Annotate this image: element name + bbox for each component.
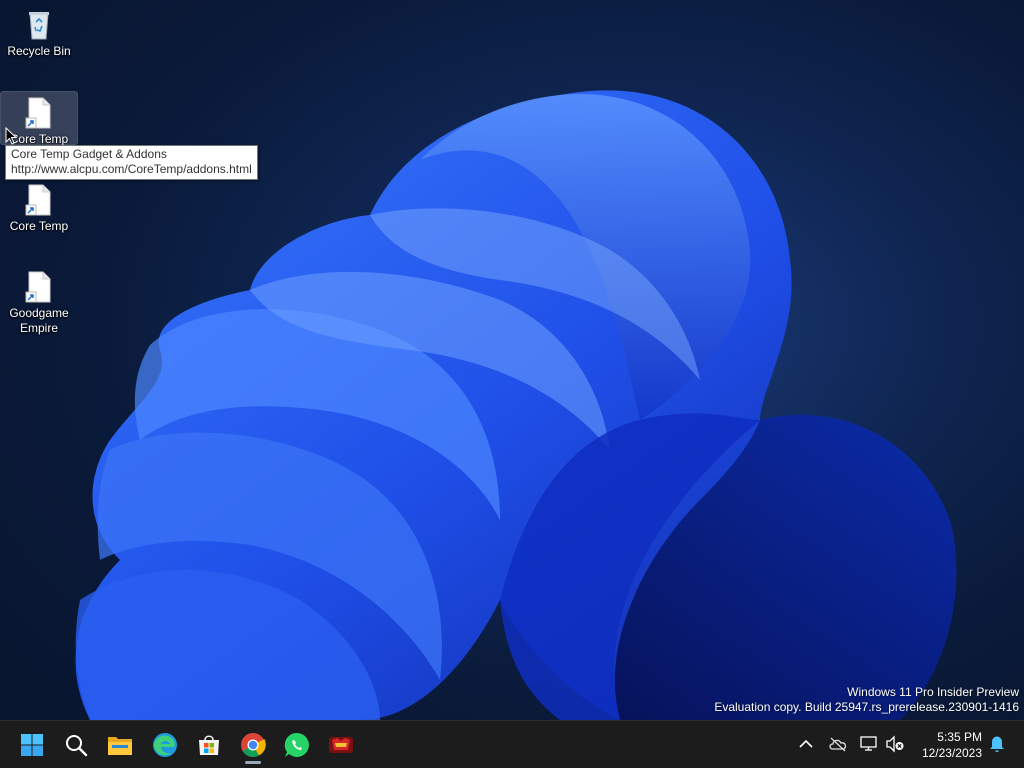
evaluation-watermark: Windows 11 Pro Insider Preview Evaluatio… <box>714 685 1019 715</box>
taskbar-clock[interactable]: 5:35 PM 12/23/2023 <box>922 729 982 761</box>
tooltip-title: Core Temp Gadget & Addons <box>11 147 167 161</box>
taskbar-goodgame-empire-button[interactable] <box>321 725 361 765</box>
shortcut-file-icon <box>22 183 56 217</box>
desktop-icon-label: Goodgame Empire <box>9 306 69 335</box>
store-icon <box>199 735 219 755</box>
taskbar-chrome-button[interactable] <box>233 725 273 765</box>
taskbar-whatsapp-button[interactable] <box>277 725 317 765</box>
wallpaper <box>75 90 957 720</box>
tray-show-hidden-button[interactable] <box>795 733 817 755</box>
clock-time: 5:35 PM <box>937 730 982 744</box>
taskbar-search-button[interactable] <box>56 725 96 765</box>
notification-bell-icon <box>990 736 1004 752</box>
chevron-up-icon <box>799 739 813 748</box>
taskbar-edge-button[interactable] <box>145 725 185 765</box>
desktop-icon-label: Recycle Bin <box>7 44 71 58</box>
windows-start-icon <box>21 734 43 756</box>
shortcut-file-icon <box>22 270 56 304</box>
shortcut-file-icon <box>22 96 56 130</box>
tooltip-url: http://www.alcpu.com/CoreTemp/addons.htm… <box>11 162 252 176</box>
recycle-bin-icon <box>22 8 56 42</box>
watermark-build: Evaluation copy. Build 25947.rs_prerelea… <box>714 700 1019 714</box>
folder-icon <box>108 737 132 755</box>
network-icon <box>860 736 877 751</box>
taskbar-start-button[interactable] <box>12 725 52 765</box>
tray-notifications-button[interactable] <box>986 733 1008 755</box>
desktop-icon-core-temp[interactable]: Core Temp <box>1 179 77 234</box>
taskbar: 5:35 PM 12/23/2023 <box>0 720 1024 768</box>
taskbar-file-explorer-button[interactable] <box>100 725 140 765</box>
cloud-offline-icon <box>829 737 847 752</box>
taskbar-store-button[interactable] <box>189 725 229 765</box>
edge-icon <box>153 733 177 757</box>
whatsapp-icon <box>284 732 309 757</box>
watermark-edition: Windows 11 Pro Insider Preview <box>847 685 1019 699</box>
running-indicator <box>245 761 261 764</box>
desktop-icon-goodgame-empire[interactable]: Goodgame Empire <box>1 266 77 336</box>
chrome-icon <box>241 733 266 758</box>
tray-volume-button[interactable] <box>884 733 906 755</box>
mouse-cursor-icon <box>5 127 17 145</box>
game-icon <box>329 737 353 753</box>
tooltip: Core Temp Gadget & Addons http://www.alc… <box>5 145 258 180</box>
desktop-icon-label: Core Temp <box>9 219 69 233</box>
tray-onedrive-button[interactable] <box>827 733 849 755</box>
search-icon <box>66 735 88 757</box>
desktop-icon-recycle-bin[interactable]: Recycle Bin <box>1 4 77 59</box>
volume-muted-icon <box>886 735 904 753</box>
tray-network-button[interactable] <box>858 733 880 755</box>
clock-date: 12/23/2023 <box>921 746 982 760</box>
